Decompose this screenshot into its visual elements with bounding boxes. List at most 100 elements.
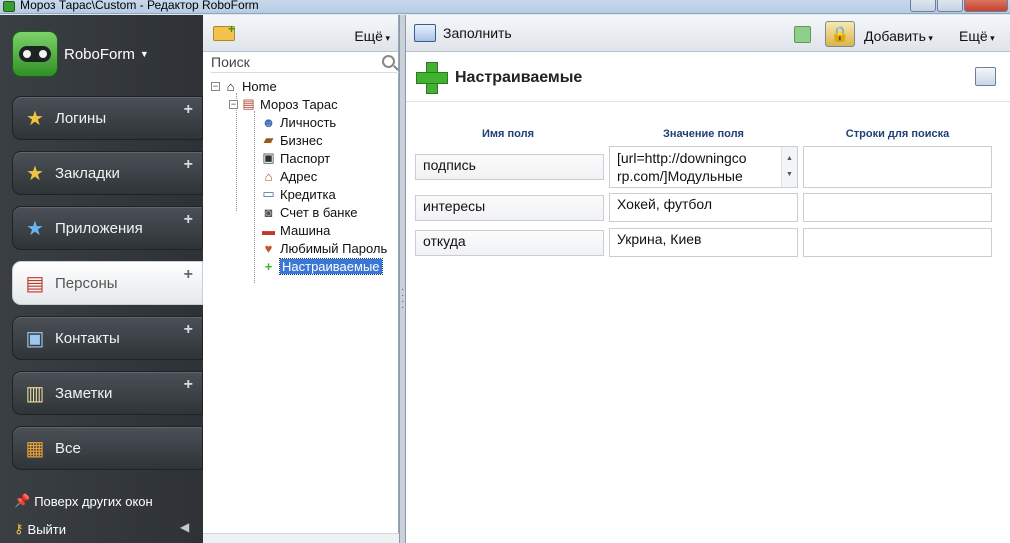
- tree-node-label: Личность: [280, 114, 337, 130]
- splitter-grip-icon: · · · ·: [401, 284, 405, 313]
- identity-icon: ▤: [242, 96, 255, 111]
- logout-link[interactable]: ⚷ Выйти: [14, 521, 66, 537]
- search-strings-input[interactable]: [803, 193, 992, 222]
- lock-button[interactable]: 🔒: [825, 21, 855, 47]
- notes-view-icon[interactable]: [975, 67, 996, 86]
- brand-menu[interactable]: RoboForm ▼: [12, 29, 149, 79]
- sidebar-item-notes[interactable]: ▥ Заметки +: [12, 371, 203, 415]
- sidebar-item-label: Все: [55, 439, 81, 457]
- add-label: Добавить: [864, 28, 926, 44]
- bank-safe-icon: ◙: [264, 204, 273, 220]
- tree-node-address[interactable]: ⌂ Адрес: [261, 167, 318, 185]
- collapse-icon[interactable]: −: [229, 99, 238, 109]
- tree-node-label: Мороз Тарас: [260, 96, 338, 112]
- add-app-icon[interactable]: +: [184, 211, 193, 229]
- sidebar-item-label: Логины: [55, 109, 107, 127]
- tree-node-bank-account[interactable]: ◙ Счет в банке: [261, 203, 358, 221]
- passport-icon: ▣: [262, 150, 275, 165]
- sidebar-item-label: Приложения: [55, 219, 143, 237]
- page-header: Настраиваемые: [406, 53, 1010, 102]
- textarea-scrollbar[interactable]: ▲ ▼: [781, 147, 797, 187]
- window-controls: [910, 0, 1008, 12]
- tree-node-credit-card[interactable]: ▭ Кредитка: [261, 185, 336, 203]
- tree-search: [211, 53, 399, 73]
- tree-node-home[interactable]: − ⌂ Home: [211, 77, 277, 95]
- sidebar-item-label: Закладки: [55, 164, 120, 182]
- plus-icon: +: [264, 258, 273, 274]
- close-button[interactable]: [964, 0, 1008, 12]
- sidebar: RoboForm ▼ ★ Логины + ★ Закладки + ★ При…: [0, 15, 203, 543]
- contacts-icon: ▣: [25, 327, 45, 350]
- add-bookmark-icon[interactable]: +: [184, 156, 193, 174]
- main-toolbar: Заполнить 🔒 Добавить ▾ Ещё ▾: [406, 15, 1010, 52]
- login-icon: ★: [26, 107, 44, 130]
- tree-node-passport[interactable]: ▣ Паспорт: [261, 149, 330, 167]
- field-value-line: [url=http://downingco: [617, 150, 747, 166]
- tree-node-label: Адрес: [280, 168, 318, 184]
- scroll-down-icon[interactable]: ▼: [786, 166, 793, 184]
- add-note-icon[interactable]: +: [184, 376, 193, 394]
- pane-splitter[interactable]: · · · ·: [399, 15, 406, 543]
- tree-node-car[interactable]: ▬ Машина: [261, 221, 330, 239]
- tree-node-favorite-password[interactable]: ♥ Любимый Пароль: [261, 239, 388, 257]
- add-login-icon[interactable]: +: [184, 101, 193, 119]
- bookmark-star-icon: ★: [26, 162, 44, 185]
- tree-node-label: Бизнес: [280, 132, 323, 148]
- collapse-sidebar-icon[interactable]: ◀: [180, 520, 189, 534]
- sidebar-item-identities[interactable]: ▤ Персоны +: [12, 261, 203, 305]
- pin-icon: 📌: [14, 493, 31, 508]
- field-name-input[interactable]: откуда: [415, 230, 604, 256]
- tree-node-custom[interactable]: + Настраиваемые: [261, 257, 383, 275]
- column-header-field-name: Имя поля: [481, 128, 534, 140]
- always-on-top-link[interactable]: 📌 Поверх других окон: [14, 493, 153, 509]
- tree-more-button[interactable]: Ещё ▾: [354, 28, 390, 44]
- sidebar-item-contacts[interactable]: ▣ Контакты +: [12, 316, 203, 360]
- sidebar-item-apps[interactable]: ★ Приложения +: [12, 206, 203, 250]
- always-on-top-label: Поверх других окон: [34, 493, 153, 509]
- briefcase-icon: ▰: [263, 132, 274, 147]
- tree-node-label: Машина: [280, 222, 331, 238]
- search-icon[interactable]: [382, 55, 395, 68]
- tree-node-identity[interactable]: − ▤ Мороз Тарас: [229, 95, 338, 113]
- heart-key-icon: ♥: [264, 240, 273, 256]
- minimize-button[interactable]: [910, 0, 936, 12]
- sidebar-item-bookmarks[interactable]: ★ Закладки +: [12, 151, 203, 195]
- search-strings-input[interactable]: [803, 228, 992, 257]
- add-contact-icon[interactable]: +: [184, 321, 193, 339]
- column-header-field-value: Значение поля: [663, 128, 744, 140]
- tree-node-label: Кредитка: [280, 186, 336, 202]
- add-button[interactable]: Добавить ▾: [864, 28, 933, 44]
- search-strings-input[interactable]: [803, 146, 992, 188]
- fill-button[interactable]: Заполнить: [414, 24, 512, 42]
- fill-label: Заполнить: [443, 25, 512, 41]
- new-folder-icon[interactable]: [213, 22, 235, 41]
- field-name-input[interactable]: интересы: [415, 195, 604, 221]
- tree-node-label: Любимый Пароль: [280, 240, 388, 256]
- page-title: Настраиваемые: [455, 69, 583, 86]
- search-input[interactable]: [211, 53, 371, 71]
- window-titlebar: Мороз Тарас\Custom - Редактор RoboForm: [0, 0, 1010, 14]
- sidebar-item-all[interactable]: ▦ Все: [12, 426, 203, 470]
- sidebar-item-label: Контакты: [55, 329, 120, 347]
- home-icon: ⌂: [226, 78, 235, 94]
- main-more-button[interactable]: Ещё ▾: [959, 28, 995, 44]
- collapse-icon[interactable]: −: [211, 81, 220, 91]
- tree-pane: Ещё ▾ − ⌂ Home − ▤ Мороз Тарас ☻ Личност…: [203, 15, 399, 543]
- field-value-input[interactable]: Хокей, футбол: [609, 193, 798, 222]
- car-icon: ▬: [262, 222, 275, 238]
- field-value-textarea[interactable]: [url=http://downingco rp.com/]Модульные …: [609, 146, 798, 188]
- column-header-search-strings: Строки для поиска: [845, 128, 950, 140]
- field-name-input[interactable]: подпись: [415, 154, 604, 180]
- add-identity-icon[interactable]: +: [184, 266, 193, 284]
- sidebar-item-logins[interactable]: ★ Логины +: [12, 96, 203, 140]
- tree-node-person[interactable]: ☻ Личность: [261, 113, 337, 131]
- tree-node-business[interactable]: ▰ Бизнес: [261, 131, 323, 149]
- roboform-app-icon: [3, 1, 15, 12]
- save-icon[interactable]: [794, 26, 811, 43]
- tree-horizontal-scrollbar[interactable]: [203, 533, 399, 543]
- lock-icon: 🔒: [830, 26, 850, 43]
- maximize-button[interactable]: [937, 0, 963, 12]
- fill-form-icon: [414, 24, 436, 42]
- house-icon: ⌂: [264, 168, 273, 184]
- field-value-input[interactable]: Укрина, Киев: [609, 228, 798, 257]
